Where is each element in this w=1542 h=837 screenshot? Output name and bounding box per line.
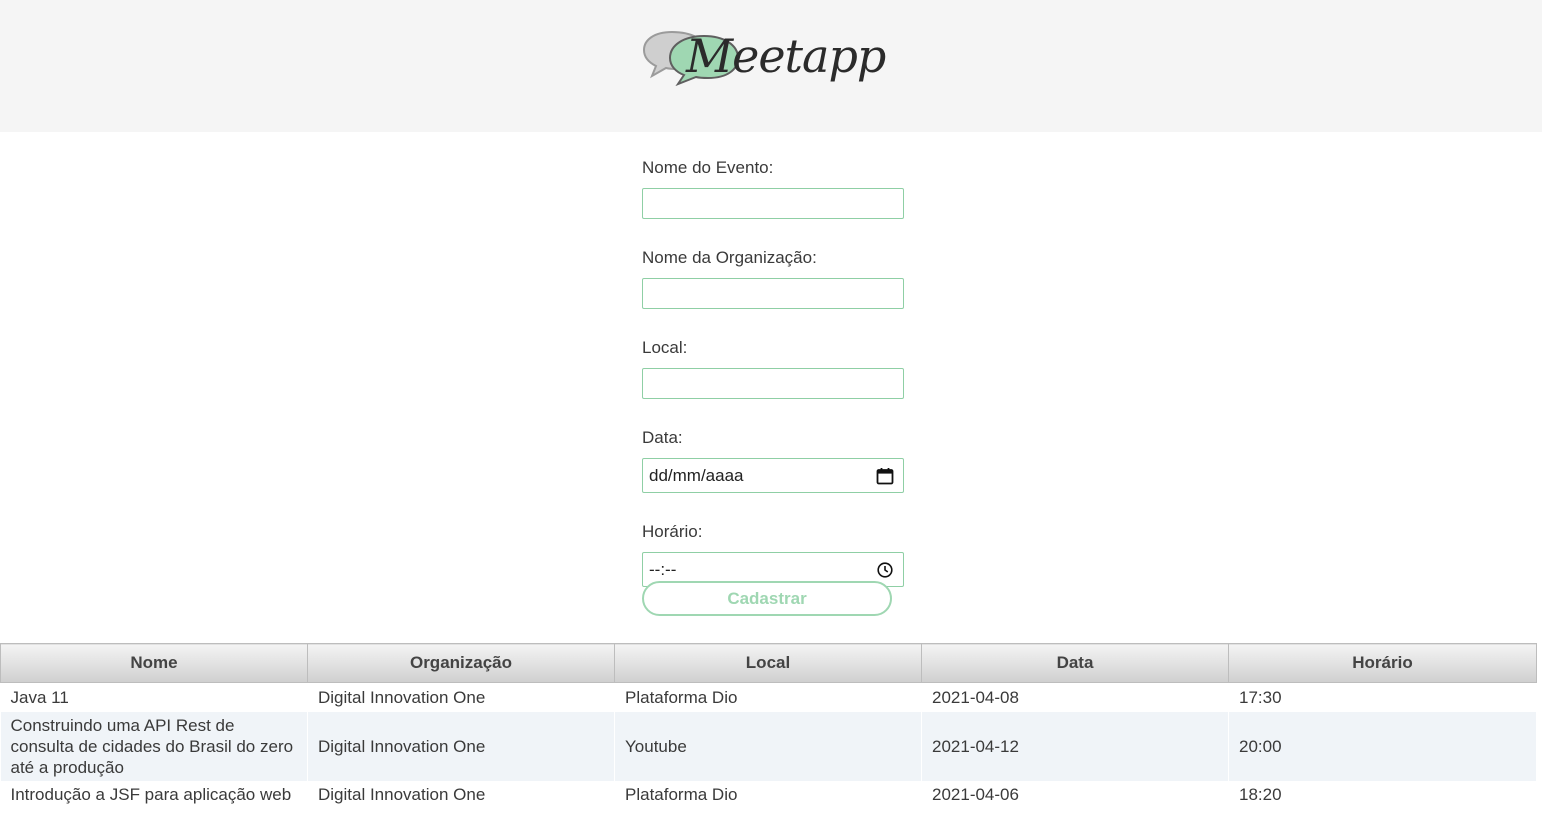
- event-name-label: Nome do Evento:: [642, 158, 774, 177]
- date-input[interactable]: dd/mm/aaaa: [642, 458, 904, 493]
- calendar-icon[interactable]: [875, 466, 895, 486]
- cell-data: 2021-04-08: [921, 682, 1229, 712]
- events-table: Nome Organização Local Data Horário Java…: [0, 643, 1537, 808]
- date-label: Data:: [642, 428, 683, 447]
- cell-local: Youtube: [614, 712, 922, 781]
- cadastrar-button[interactable]: Cadastrar: [642, 581, 892, 616]
- location-input[interactable]: [642, 368, 904, 399]
- cell-organizacao: Digital Innovation One: [307, 712, 615, 781]
- cell-nome: Introdução a JSF para aplicação web: [0, 781, 308, 808]
- cell-nome: Java 11: [0, 682, 308, 712]
- cell-data: 2021-04-06: [921, 781, 1229, 808]
- clock-icon[interactable]: [875, 560, 895, 580]
- cell-horario: 18:20: [1228, 781, 1537, 808]
- cell-local: Plataforma Dio: [614, 682, 922, 712]
- column-header-organizacao: Organização: [307, 643, 615, 683]
- table-header-row: Nome Organização Local Data Horário: [0, 643, 1537, 683]
- cell-horario: 20:00: [1228, 712, 1537, 781]
- table-row: Java 11 Digital Innovation One Plataform…: [0, 682, 1537, 712]
- cell-data: 2021-04-12: [921, 712, 1229, 781]
- location-label: Local:: [642, 338, 688, 357]
- meetapp-logo: Meetapp: [642, 24, 902, 104]
- organization-label: Nome da Organização:: [642, 248, 817, 267]
- table-row: Introdução a JSF para aplicação web Digi…: [0, 781, 1537, 808]
- table-row: Construindo uma API Rest de consulta de …: [0, 712, 1537, 781]
- column-header-nome: Nome: [0, 643, 308, 683]
- time-label: Horário:: [642, 522, 703, 541]
- event-form: Nome do Evento: Nome da Organização: Loc…: [642, 156, 904, 614]
- cell-horario: 17:30: [1228, 682, 1537, 712]
- date-value: dd/mm/aaaa: [649, 465, 744, 485]
- cell-organizacao: Digital Innovation One: [307, 781, 615, 808]
- column-header-horario: Horário: [1228, 643, 1537, 683]
- app-header: Meetapp: [0, 0, 1542, 132]
- column-header-local: Local: [614, 643, 922, 683]
- cell-organizacao: Digital Innovation One: [307, 682, 615, 712]
- brand-name: Meetapp: [686, 29, 886, 83]
- event-name-input[interactable]: [642, 188, 904, 219]
- cell-nome: Construindo uma API Rest de consulta de …: [0, 712, 308, 781]
- organization-input[interactable]: [642, 278, 904, 309]
- column-header-data: Data: [921, 643, 1229, 683]
- cell-local: Plataforma Dio: [614, 781, 922, 808]
